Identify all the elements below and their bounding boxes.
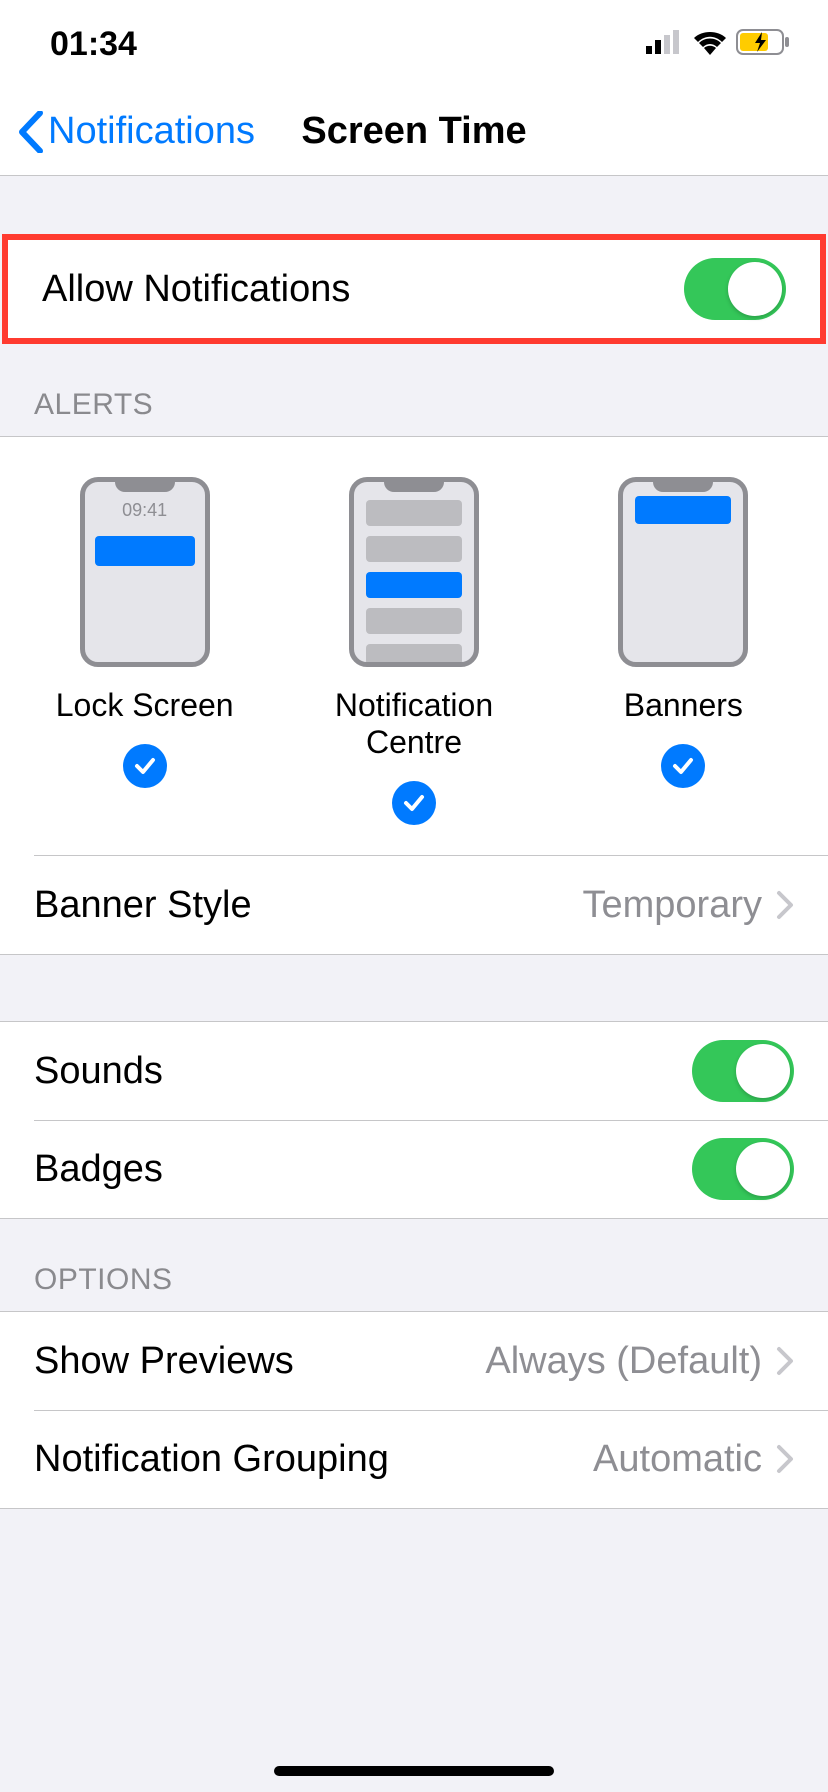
banner-style-row[interactable]: Banner Style Temporary xyxy=(0,856,828,954)
home-indicator[interactable] xyxy=(274,1766,554,1776)
allow-notifications-label: Allow Notifications xyxy=(42,268,350,311)
checkmark-icon xyxy=(661,744,705,788)
checkmark-icon xyxy=(392,781,436,825)
allow-notifications-row[interactable]: Allow Notifications xyxy=(8,240,820,338)
battery-charging-icon xyxy=(736,29,792,60)
badges-label: Badges xyxy=(34,1148,163,1191)
notification-centre-mock-icon xyxy=(349,477,479,667)
options-header: OPTIONS xyxy=(0,1219,828,1311)
back-label: Notifications xyxy=(48,110,255,153)
alert-label: Notification Centre xyxy=(294,687,534,761)
notification-grouping-row[interactable]: Notification Grouping Automatic xyxy=(0,1410,828,1508)
allow-notifications-toggle[interactable] xyxy=(684,258,786,320)
alert-style-lock-screen[interactable]: 09:41 Lock Screen xyxy=(25,477,265,825)
show-previews-label: Show Previews xyxy=(34,1340,294,1383)
lock-screen-mock-icon: 09:41 xyxy=(80,477,210,667)
badges-toggle[interactable] xyxy=(692,1138,794,1200)
chevron-right-icon xyxy=(776,1346,794,1376)
sounds-label: Sounds xyxy=(34,1050,163,1093)
banner-style-value: Temporary xyxy=(583,884,763,927)
nav-bar: Notifications Screen Time xyxy=(0,88,828,176)
sounds-badges-group: Sounds Badges xyxy=(0,1021,828,1219)
options-group: Show Previews Always (Default) Notificat… xyxy=(0,1311,828,1509)
status-icons xyxy=(646,29,792,60)
banner-style-label: Banner Style xyxy=(34,884,252,927)
cellular-icon xyxy=(646,30,684,59)
alert-style-banners[interactable]: Banners xyxy=(563,477,803,825)
alerts-section: 09:41 Lock Screen xyxy=(0,436,828,954)
chevron-right-icon xyxy=(776,890,794,920)
alert-style-notification-centre[interactable]: Notification Centre xyxy=(294,477,534,825)
badges-row[interactable]: Badges xyxy=(0,1120,828,1218)
banners-mock-icon xyxy=(618,477,748,667)
notification-grouping-label: Notification Grouping xyxy=(34,1438,389,1481)
alert-label: Lock Screen xyxy=(56,687,234,724)
show-previews-value: Always (Default) xyxy=(485,1340,762,1383)
alert-label: Banners xyxy=(624,687,743,724)
highlight-box: Allow Notifications xyxy=(2,234,826,344)
sounds-toggle[interactable] xyxy=(692,1040,794,1102)
status-bar: 01:34 xyxy=(0,0,828,88)
alerts-header: ALERTS xyxy=(0,344,828,436)
status-time: 01:34 xyxy=(50,25,137,64)
back-button[interactable]: Notifications xyxy=(18,88,255,175)
checkmark-icon xyxy=(123,744,167,788)
sounds-row[interactable]: Sounds xyxy=(0,1022,828,1120)
notification-grouping-value: Automatic xyxy=(593,1438,762,1481)
wifi-icon xyxy=(692,29,728,60)
chevron-right-icon xyxy=(776,1444,794,1474)
show-previews-row[interactable]: Show Previews Always (Default) xyxy=(0,1312,828,1410)
chevron-left-icon xyxy=(18,111,44,153)
